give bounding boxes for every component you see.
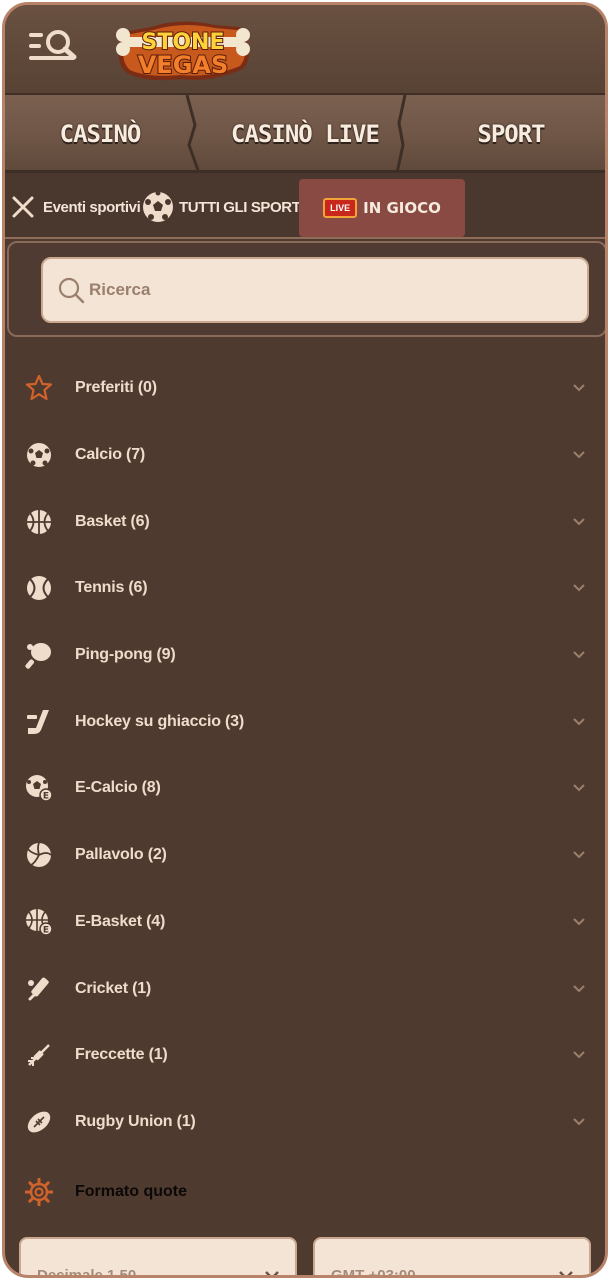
- sport-label: Preferiti (0): [75, 379, 157, 397]
- gear-icon: [25, 1178, 53, 1206]
- e-basketball-icon: E: [26, 908, 53, 936]
- chevron-down-icon: [573, 584, 585, 592]
- e-soccer-icon: E: [26, 775, 53, 803]
- sport-label: E-Basket (4): [75, 912, 166, 930]
- odds-format-value: Decimale 1.50: [37, 1267, 137, 1278]
- all-sports-label: TUTTI GLI SPORT: [179, 198, 301, 216]
- sport-label: Pallavolo (2): [75, 846, 167, 864]
- chevron-down-icon: [573, 918, 585, 926]
- events-label: Eventi sportivi: [43, 198, 141, 216]
- svg-text:E: E: [43, 925, 49, 935]
- cricket-icon: [28, 977, 49, 1001]
- svg-text:E: E: [43, 792, 49, 802]
- tab-casino[interactable]: CASINÒ: [5, 95, 195, 173]
- odds-format-select[interactable]: Decimale 1.50: [19, 1237, 297, 1278]
- chevron-down-icon: [559, 1271, 573, 1275]
- sport-label: Ping-pong (9): [75, 646, 176, 664]
- sport-row-ice-hockey[interactable]: Hockey su ghiaccio (3): [5, 688, 605, 755]
- app-frame: STONE VEGAS CASINÒ CASINÒ LIVE SPORT Eve…: [2, 2, 608, 1278]
- search-icon: [58, 277, 85, 304]
- in-play-label: IN GIOCO: [363, 199, 441, 217]
- main-tabs: CASINÒ CASINÒ LIVE SPORT: [5, 95, 605, 173]
- sport-row-favorites[interactable]: Preferiti (0): [5, 355, 605, 422]
- rugby-ball-icon: [27, 1111, 51, 1133]
- chevron-down-icon: [573, 851, 585, 859]
- odds-format-row: Formato quote: [5, 1160, 605, 1224]
- search-panel: [7, 241, 605, 337]
- soccer-ball-icon: [143, 190, 173, 222]
- sports-subnav: Eventi sportivi TUTTI GLI SPORT LIVE IN …: [5, 173, 605, 239]
- chevron-down-icon: [573, 1118, 585, 1126]
- sport-label: Hockey su ghiaccio (3): [75, 712, 244, 730]
- sport-label: Cricket (1): [75, 979, 152, 997]
- odds-format-label: Formato quote: [75, 1183, 187, 1200]
- tab-casino-live[interactable]: CASINÒ LIVE: [203, 95, 407, 173]
- sport-row-soccer[interactable]: Calcio (7): [5, 422, 605, 489]
- sport-row-basketball[interactable]: Basket (6): [5, 488, 605, 555]
- chevron-down-icon: [573, 518, 585, 526]
- chevron-down-icon: [573, 784, 585, 792]
- search-input[interactable]: [89, 270, 549, 310]
- chevron-down-icon: [573, 718, 585, 726]
- sport-row-darts[interactable]: Freccette (1): [5, 1022, 605, 1089]
- sport-label: Basket (6): [75, 512, 150, 530]
- stone-vegas-logo[interactable]: STONE VEGAS: [111, 15, 255, 85]
- sports-list: Preferiti (0) Calcio (7) Basket (6) Tenn…: [5, 355, 605, 1155]
- basketball-icon: [27, 509, 51, 534]
- ping-pong-icon: [25, 643, 51, 669]
- live-badge: LIVE: [323, 198, 358, 218]
- sport-label: E-Calcio (8): [75, 779, 161, 797]
- timezone-value: GMT +03:00: [331, 1267, 416, 1278]
- sport-row-e-soccer[interactable]: E E-Calcio (8): [5, 755, 605, 822]
- darts-icon: [28, 1044, 50, 1067]
- tab-in-play[interactable]: LIVE IN GIOCO: [299, 179, 465, 237]
- all-sports-button[interactable]: TUTTI GLI SPORT: [141, 179, 301, 235]
- menu-search-icon[interactable]: [27, 27, 81, 71]
- close-sports-events-button[interactable]: Eventi sportivi: [9, 179, 141, 235]
- volleyball-icon: [27, 842, 52, 868]
- sport-label: Calcio (7): [75, 446, 146, 464]
- logo-text-vegas: VEGAS: [138, 51, 229, 79]
- timezone-select[interactable]: GMT +03:00: [313, 1237, 591, 1278]
- tennis-ball-icon: [27, 576, 51, 601]
- chevron-down-icon: [265, 1271, 279, 1275]
- close-icon: [12, 196, 34, 218]
- sport-label: Freccette (1): [75, 1046, 168, 1064]
- star-icon: [25, 375, 53, 401]
- sport-label: Tennis (6): [75, 579, 148, 597]
- chevron-down-icon: [573, 651, 585, 659]
- sport-row-ping-pong[interactable]: Ping-pong (9): [5, 622, 605, 689]
- sport-row-tennis[interactable]: Tennis (6): [5, 555, 605, 622]
- header: STONE VEGAS: [5, 5, 605, 95]
- sport-row-volleyball[interactable]: Pallavolo (2): [5, 822, 605, 889]
- tab-sport[interactable]: SPORT: [415, 95, 605, 173]
- sport-label: Rugby Union (1): [75, 1112, 196, 1130]
- chevron-down-icon: [573, 384, 585, 392]
- chevron-down-icon: [573, 1051, 585, 1059]
- sport-row-rugby[interactable]: Rugby Union (1): [5, 1089, 605, 1156]
- sport-row-cricket[interactable]: Cricket (1): [5, 955, 605, 1022]
- chevron-down-icon: [573, 451, 585, 459]
- sport-row-e-basketball[interactable]: E E-Basket (4): [5, 889, 605, 956]
- soccer-ball-icon: [27, 443, 51, 468]
- search-box[interactable]: [41, 257, 589, 323]
- hockey-stick-icon: [27, 709, 49, 734]
- chevron-down-icon: [573, 984, 585, 992]
